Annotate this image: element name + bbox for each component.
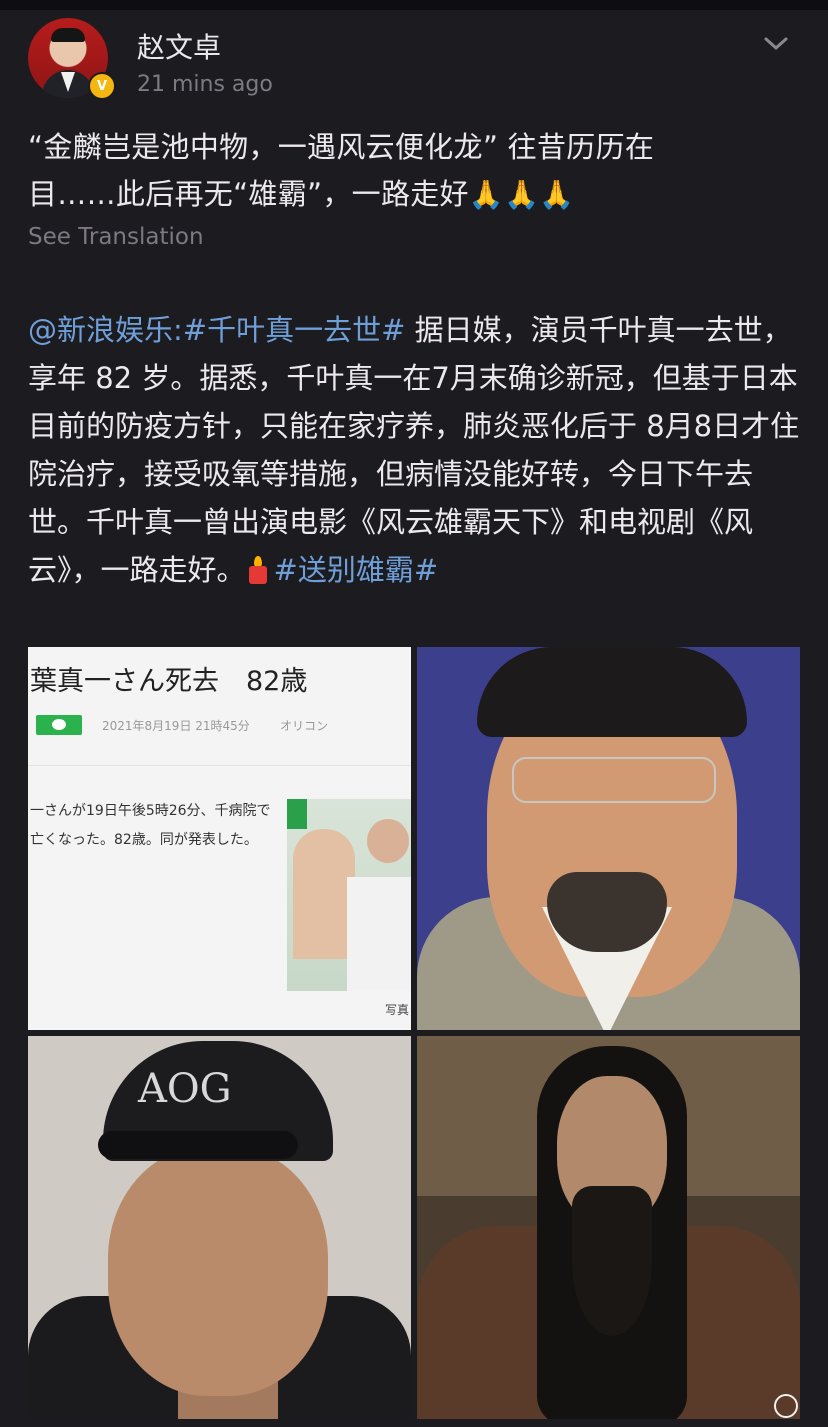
weibo-watermark-icon xyxy=(774,1394,798,1418)
image-costume-character[interactable] xyxy=(417,1036,800,1419)
cap-logo-text: AOG xyxy=(138,1066,232,1112)
news-divider xyxy=(28,765,411,766)
news-headline: 葉真一さん死去 82歳 xyxy=(30,666,308,697)
post-text-line-2-body: 目……此后再无“雄霸”，一路走好 xyxy=(28,177,469,211)
post-text-line-1: “金麟岂是池中物，一遇风云便化龙” 往昔历历在 xyxy=(28,130,655,164)
line-logo-icon xyxy=(36,715,82,735)
news-date: 2021年8月19日 21時45分 xyxy=(102,719,250,733)
pray-emoji-icon: 🙏🙏🙏 xyxy=(468,178,575,211)
mention-link[interactable]: @新浪娱乐 xyxy=(28,313,173,347)
candle-emoji-icon xyxy=(246,556,270,584)
repost-text: @新浪娱乐:#千叶真一去世# 据日媒，演员千叶真一去世，享年 82 岁。据悉，千… xyxy=(28,306,808,594)
post-text-line-2: 目……此后再无“雄霸”，一路走好🙏🙏🙏 xyxy=(28,171,808,218)
hashtag-link-qianye[interactable]: #千叶真一去世# xyxy=(183,313,406,347)
status-bar xyxy=(0,0,828,10)
chevron-down-icon[interactable] xyxy=(762,34,790,54)
image-news-article[interactable]: 葉真一さん死去 82歳 2021年8月19日 21時45分 オリコン 一さんが1… xyxy=(28,647,411,1030)
mention-colon: : xyxy=(173,313,183,347)
image-portrait-glasses[interactable] xyxy=(417,647,800,1030)
news-caption: 写真 xyxy=(384,1003,409,1017)
news-source: オリコン xyxy=(280,719,329,733)
username[interactable]: 赵文卓 xyxy=(137,26,221,66)
hashtag-link-farewell[interactable]: #送别雄霸# xyxy=(274,553,439,587)
see-translation-link[interactable]: See Translation xyxy=(28,224,204,250)
repost-body: 据日媒，演员千叶真一去世，享年 82 岁。据悉，千叶真一在7月末确诊新冠，但基于… xyxy=(28,313,800,587)
news-photo xyxy=(287,799,411,991)
post-body: “金麟岂是池中物，一遇风云便化龙” 往昔历历在 目……此后再无“雄霸”，一路走好… xyxy=(28,124,808,218)
verified-badge-icon: V xyxy=(88,72,116,100)
news-body: 一さんが19日午後5時26分、千病院で亡くなった。82歳。同が発表した。 xyxy=(30,803,271,848)
image-portrait-cap[interactable]: AOG xyxy=(28,1036,411,1419)
post-timestamp: 21 mins ago xyxy=(137,72,273,97)
